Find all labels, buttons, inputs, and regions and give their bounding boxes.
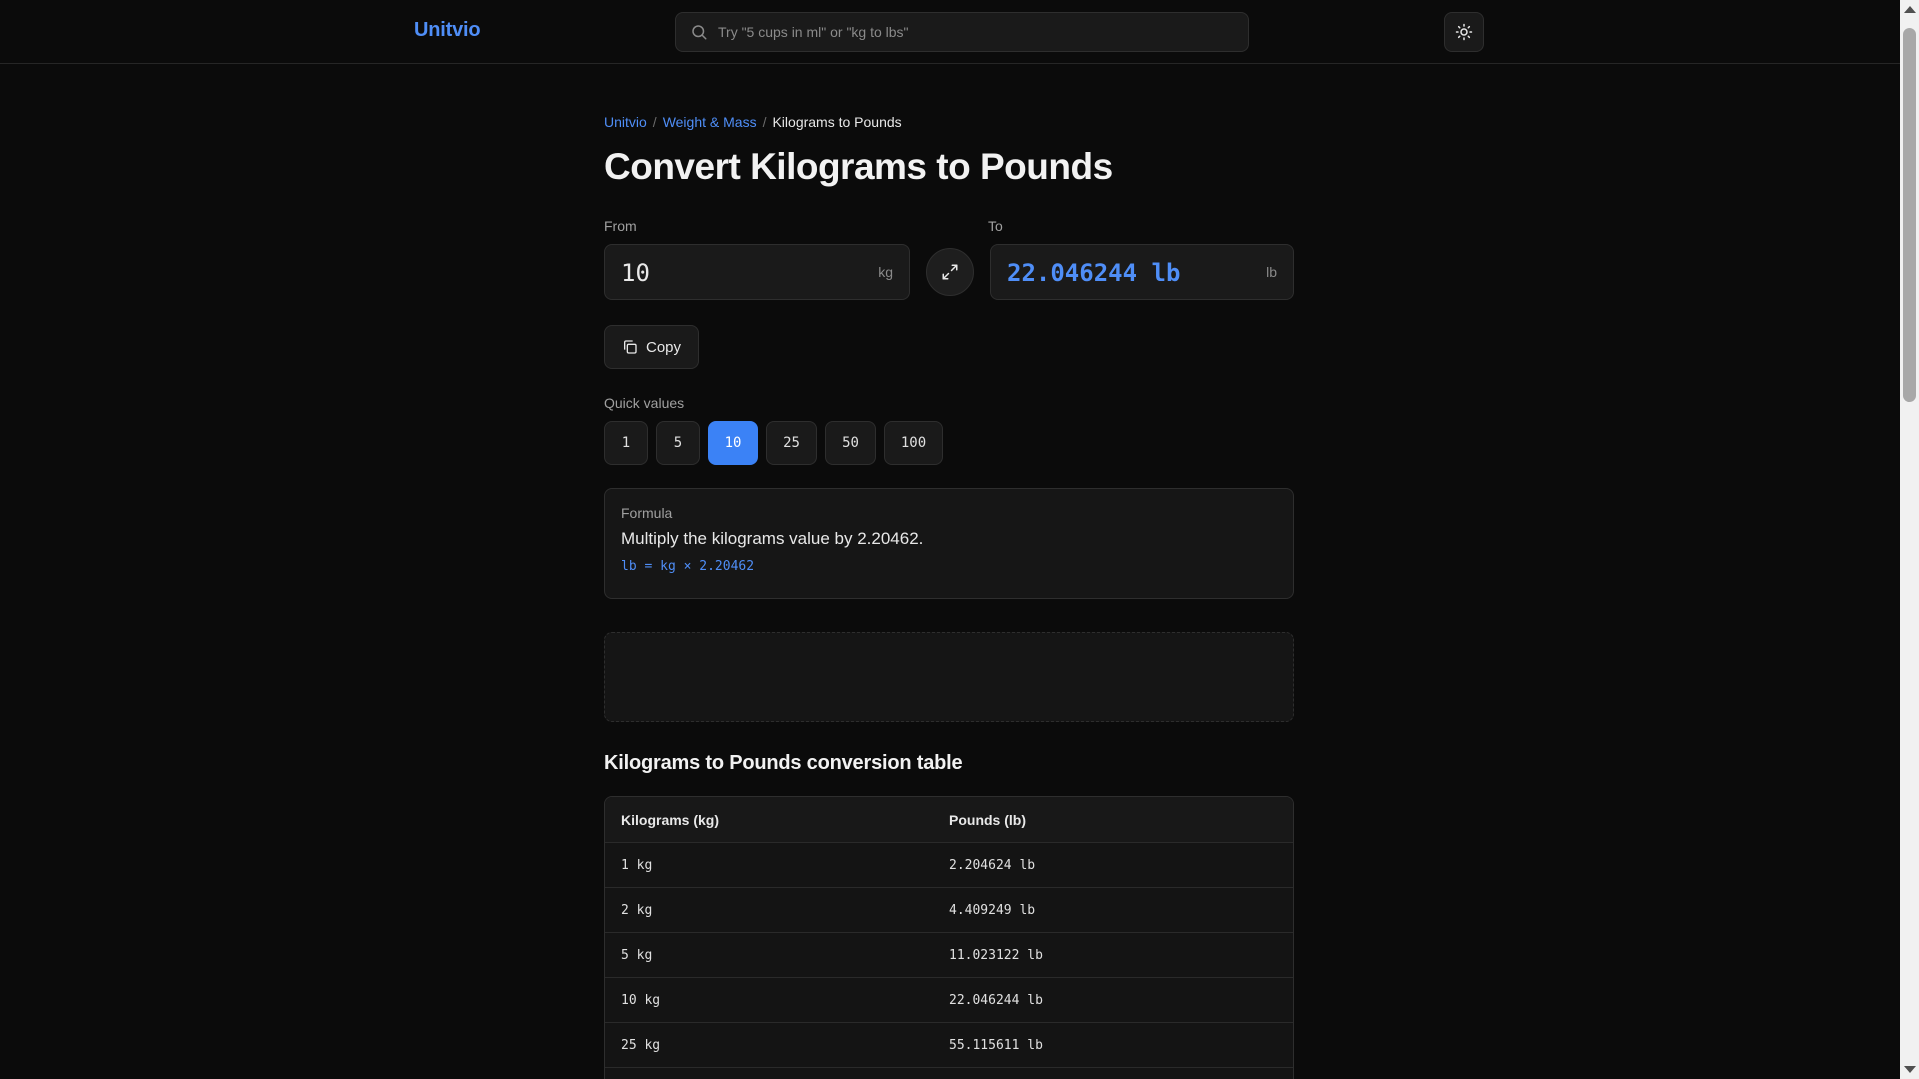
copy-button-label: Copy [645,338,682,356]
breadcrumb-current: Kilograms to Pounds [772,114,902,130]
quick-value-chip[interactable]: 5 [656,421,700,465]
formula-description: Multiply the kilograms value by 2.20462. [621,529,924,548]
table-cell-kg: 2 kg [621,902,653,918]
table-cell-lb: 55.115611 lb [949,1037,1043,1053]
table-cell-kg: 25 kg [621,1037,661,1053]
search-input[interactable]: Try "5 cups in ml" or "kg to lbs" [675,12,1249,52]
table-cell-kg: 10 kg [621,992,661,1008]
to-unit: lb [1266,264,1277,280]
page: Unitvio Try "5 cups in ml" or "kg to lbs… [0,0,1919,1079]
breadcrumb: Unitvio / Weight & Mass / Kilograms to P… [604,114,902,130]
from-value-input[interactable]: 10 kg [604,244,910,300]
breadcrumb-separator: / [652,114,657,130]
search-icon [692,25,707,40]
quick-value-chip[interactable]: 1 [604,421,648,465]
copy-icon [623,340,637,354]
breadcrumb-category-link[interactable]: Weight & Mass [663,114,757,130]
table-row: 5 kg 11.023122 lb [605,932,1293,977]
table-row: 10 kg 22.046244 lb [605,977,1293,1022]
table-cell-lb: 4.409249 lb [949,902,1036,918]
table-header-lb: Pounds (lb) [949,811,1026,828]
from-value: 10 [621,259,650,287]
quick-value-chip[interactable]: 100 [884,421,943,465]
conversion-table: Kilograms (kg) Pounds (lb) 1 kg 2.204624… [604,796,1294,1079]
table-row: 2 kg 4.409249 lb [605,887,1293,932]
page-title: Convert Kilograms to Pounds [604,146,1113,187]
breadcrumb-home-link[interactable]: Unitvio [604,114,647,130]
swap-units-button[interactable] [926,248,974,296]
table-cell-kg: 5 kg [621,947,653,963]
table-cell-lb: 2.204624 lb [949,857,1036,873]
to-value: 22.046244 lb [1007,259,1181,287]
scroll-down-arrow-icon[interactable] [1904,1066,1916,1073]
table-cell-kg: 1 kg [621,857,653,873]
copy-button[interactable]: Copy [604,325,699,369]
scrollbar-thumb[interactable] [1903,28,1916,402]
table-row: 25 kg 55.115611 lb [605,1022,1293,1067]
table-row-partial [605,1067,1293,1079]
scroll-up-arrow-icon[interactable] [1904,6,1916,13]
conversion-table-title: Kilograms to Pounds conversion table [604,752,963,774]
quick-value-chip-selected[interactable]: 10 [708,421,758,465]
swap-arrows-icon [942,264,958,280]
breadcrumb-separator: / [762,114,767,130]
table-cell-lb: 22.046244 lb [949,992,1043,1008]
formula-label: Formula [621,505,673,521]
page-scrollbar[interactable] [1900,0,1919,1079]
ad-placeholder [604,632,1294,722]
from-label: From [604,218,637,234]
quick-values: 1 5 10 25 50 100 [604,421,943,465]
to-value-output[interactable]: 22.046244 lb lb [990,244,1294,300]
quick-values-label: Quick values [604,395,685,411]
table-header-row: Kilograms (kg) Pounds (lb) [605,797,1293,842]
search-placeholder: Try "5 cups in ml" or "kg to lbs" [718,24,909,40]
table-cell-lb: 11.023122 lb [949,947,1043,963]
from-unit: kg [878,264,893,280]
sun-icon [1455,23,1473,41]
quick-value-chip[interactable]: 25 [766,421,817,465]
formula-code: lb = kg × 2.20462 [621,559,755,574]
theme-toggle-button[interactable] [1444,12,1484,52]
table-header-kg: Kilograms (kg) [621,811,720,828]
top-bar: Unitvio Try "5 cups in ml" or "kg to lbs… [0,0,1900,64]
table-row: 1 kg 2.204624 lb [605,842,1293,887]
formula-card: Formula Multiply the kilograms value by … [604,488,1294,599]
brand-logo[interactable]: Unitvio [414,19,481,42]
quick-value-chip[interactable]: 50 [825,421,876,465]
to-label: To [988,218,1003,234]
